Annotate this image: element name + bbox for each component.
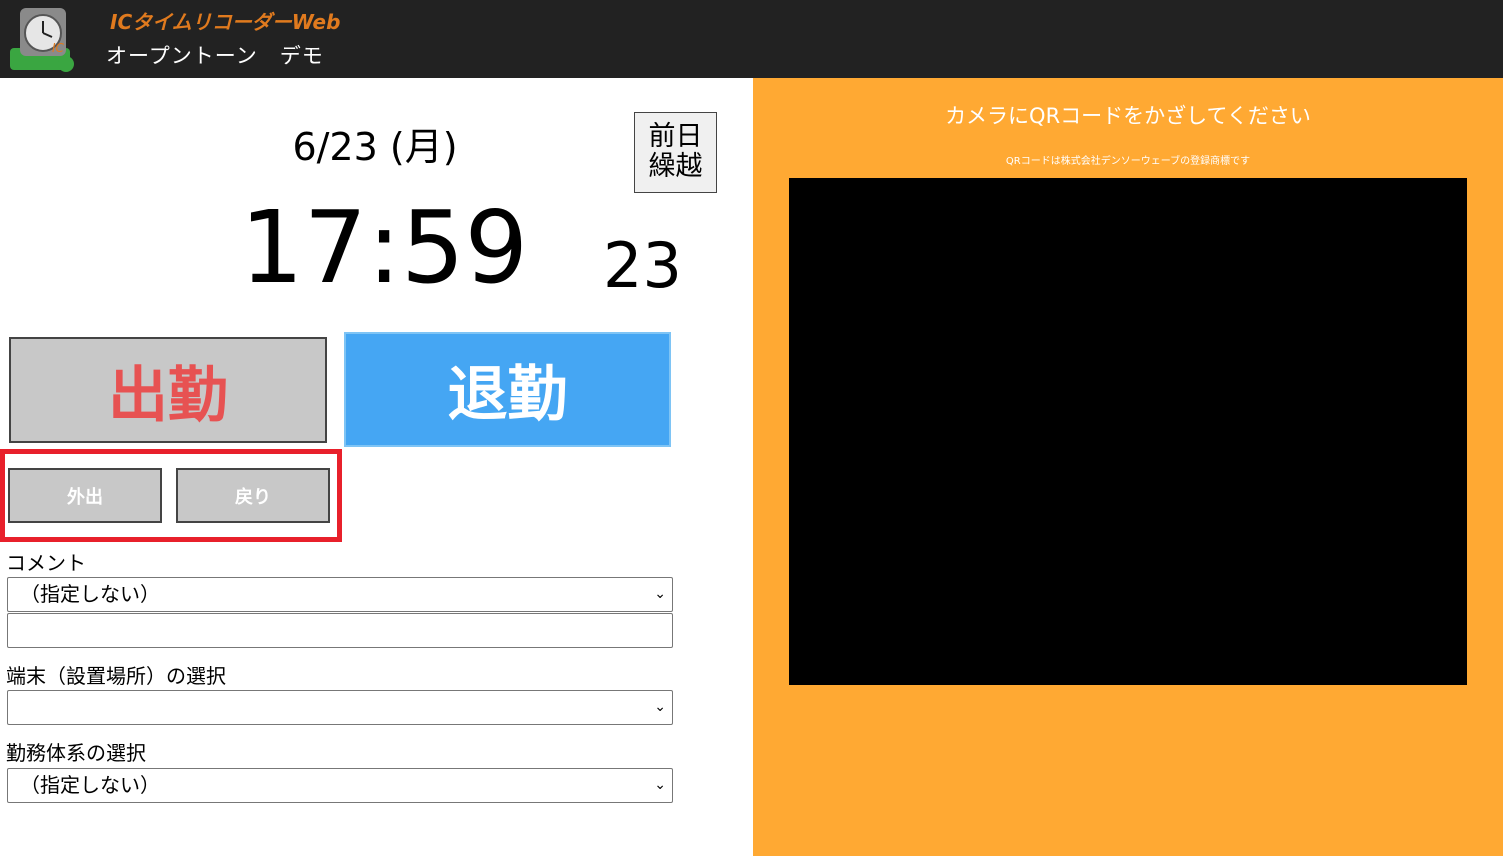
carry-over-button[interactable]: 前日 繰越 (634, 112, 717, 193)
app-header: IC ICタイムリコーダーWeb オープントーン デモ (0, 0, 1503, 78)
svg-text:IC: IC (52, 41, 65, 55)
comment-select[interactable]: （指定しない） ⌄ (7, 577, 673, 612)
current-time: 17:59 (240, 189, 529, 306)
return-button[interactable]: 戻り (176, 468, 330, 523)
comment-input[interactable] (7, 613, 673, 648)
work-system-select[interactable]: （指定しない） ⌄ (7, 768, 673, 803)
punch-panel: 6/23 (月) 前日 繰越 17:59 23 出勤 退勤 外出 戻り コメント… (0, 78, 752, 856)
app-title: ICタイムリコーダーWeb (110, 10, 341, 34)
terminal-label: 端末（設置場所）の選択 (6, 664, 226, 688)
chevron-down-icon: ⌄ (654, 777, 666, 793)
current-seconds: 23 (603, 229, 682, 302)
go-out-button[interactable]: 外出 (8, 468, 162, 523)
work-system-select-value: （指定しない） (20, 773, 160, 797)
clock-in-button[interactable]: 出勤 (9, 337, 327, 443)
qr-prompt: カメラにQRコードをかざしてください (945, 104, 1311, 128)
camera-preview (789, 178, 1467, 685)
qr-trademark-note: QRコードは株式会社デンソーウェーブの登録商標です (1005, 156, 1251, 167)
carry-over-label-1: 前日 (648, 121, 703, 152)
current-date: 6/23 (月) (292, 125, 458, 169)
clock-out-button[interactable]: 退勤 (344, 332, 671, 447)
chevron-down-icon: ⌄ (654, 699, 666, 715)
camera-panel: カメラにQRコードをかざしてください QRコードは株式会社デンソーウェーブの登録… (753, 78, 1503, 856)
terminal-select[interactable]: ⌄ (7, 690, 673, 725)
comment-select-value: （指定しない） (20, 582, 160, 606)
clock-logo-icon: IC (10, 8, 74, 72)
chevron-down-icon: ⌄ (654, 586, 666, 602)
carry-over-label-2: 繰越 (648, 151, 703, 182)
company-name: オープントーン デモ (106, 44, 324, 68)
work-system-label: 勤務体系の選択 (6, 741, 146, 765)
comment-label: コメント (6, 551, 86, 575)
